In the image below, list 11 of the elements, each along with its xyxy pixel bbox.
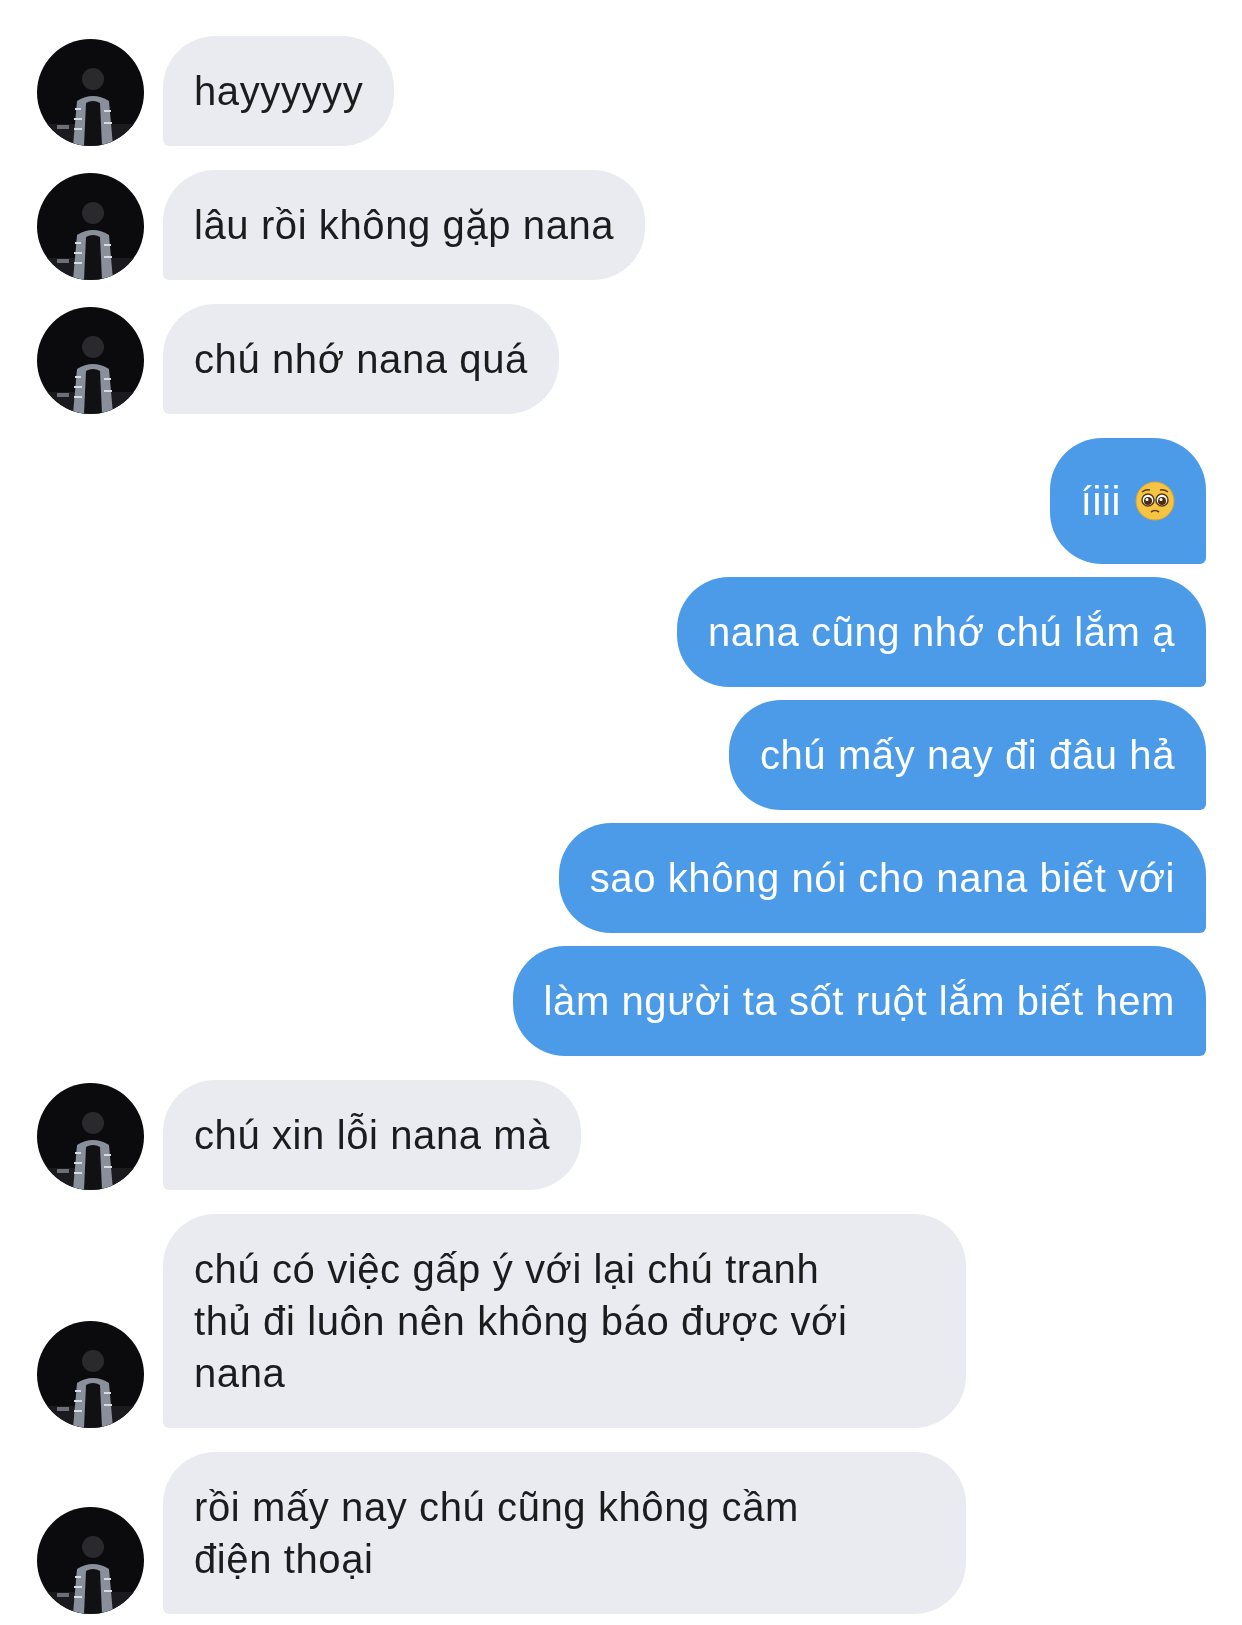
sent-message: sao không nói cho nana biết với <box>558 823 1206 933</box>
received-message: chú có việc gấp ý với lại chú tranh thủ đi luôn nên không báo được với nana <box>163 1214 966 1428</box>
received-message: lâu rồi không gặp nana <box>163 170 646 280</box>
received-message: rồi mấy nay chú cũng không cầm điện thoại <box>163 1452 966 1614</box>
received-message: chú xin lỗi nana mà <box>163 1080 582 1190</box>
sent-message: íiii <box>1049 438 1206 564</box>
received-message: hayyyyyy <box>163 36 395 146</box>
sent-message: làm người ta sốt ruột lắm biết hem <box>512 946 1206 1056</box>
received-message: chú nhớ nana quá <box>163 304 559 414</box>
sent-message: chú mấy nay đi đâu hả <box>728 700 1206 810</box>
sent-message: nana cũng nhớ chú lắm ạ <box>677 577 1206 687</box>
